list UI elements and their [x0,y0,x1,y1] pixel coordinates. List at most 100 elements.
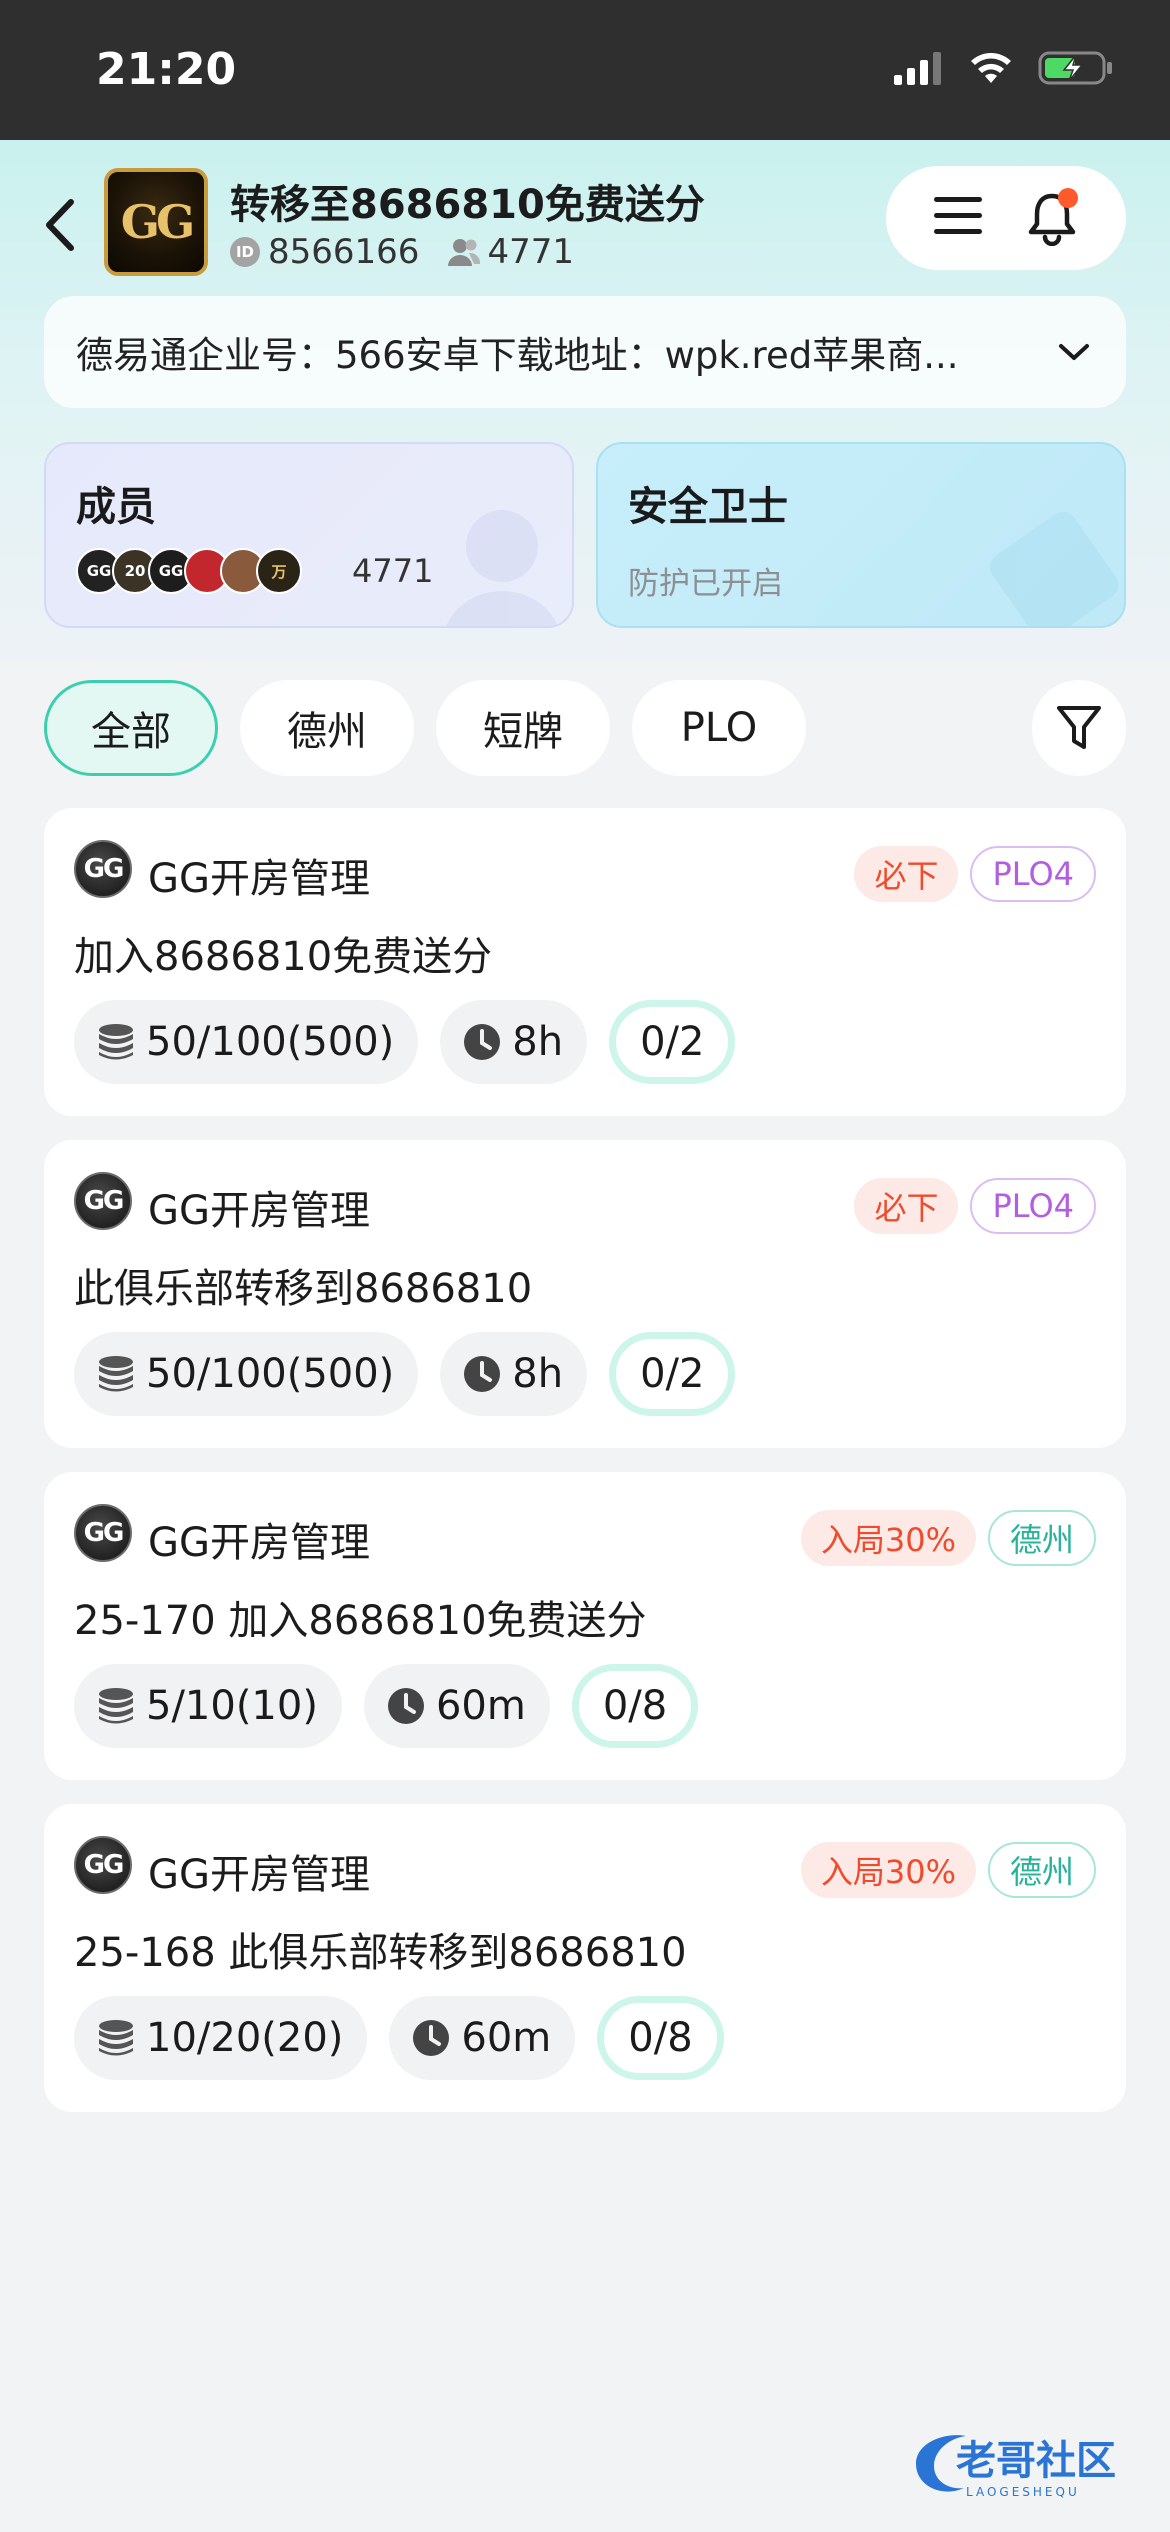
game-tags: 必下 PLO4 [854,1178,1096,1234]
clock-icon [413,2020,450,2056]
duration-value: 8h [512,1351,564,1397]
duration-pill: 8h [440,1000,588,1084]
blinds-value: 50/100(500) [146,1351,395,1397]
chevron-left-icon [46,199,74,251]
member-avatars: GG 20 GG 万 [76,548,302,594]
host-name: GG开房管理 [148,1520,370,1566]
game-type-tabs: 全部 德州 短牌 PLO [44,680,806,776]
seats-value: 0/8 [628,2015,693,2061]
seats-value: 0/8 [602,1683,668,1729]
notice-bar[interactable]: 德易通企业号：566安卓下载地址：wpk.red苹果商... [44,296,1126,408]
tag-rule: 必下 [854,846,959,902]
security-status: 防护已开启 [628,566,783,602]
members-icon [448,239,481,266]
club-title: 转移至8686810免费送分 [230,182,705,228]
blinds-pill: 50/100(500) [74,1000,419,1084]
game-name: 加入8686810免费送分 [74,934,493,980]
tag-game-type: PLO4 [970,1178,1096,1234]
menu-button[interactable] [932,194,984,242]
blinds-value: 5/10(10) [146,1683,318,1729]
tag-rule: 入局30% [800,1842,976,1898]
duration-pill: 60m [389,1996,576,2080]
members-count: 4771 [352,552,434,590]
notification-button[interactable] [1024,188,1080,246]
watermark-subtext: LAOGESHEQU [966,2485,1080,2499]
game-info: 10/20(20) 60m 0/8 [74,1996,724,2080]
tag-game-type: 德州 [987,1510,1096,1566]
chips-icon [99,1688,133,1724]
game-card[interactable]: GG GG开房管理 入局30% 德州 25-168 此俱乐部转移到8686810… [44,1804,1126,2112]
notification-dot [1058,188,1078,208]
game-name: 此俱乐部转移到8686810 [74,1266,533,1312]
back-button[interactable] [34,190,84,260]
clock-icon [387,1688,424,1724]
game-name: 25-168 此俱乐部转移到8686810 [74,1930,687,1976]
duration-value: 60m [435,1683,526,1729]
club-logo-text: GG [120,195,196,249]
seats-pill: 0/8 [597,1996,724,2080]
game-tags: 入局30% 德州 [800,1510,1096,1566]
chips-icon [99,1356,133,1392]
host-avatar: GG [74,1836,132,1894]
game-info: 50/100(500) 8h 0/2 [74,1000,736,1084]
tag-game-type: 德州 [987,1842,1096,1898]
status-bar: 21:20 [0,0,1170,140]
members-card[interactable]: 成员 GG 20 GG 万 4771 [44,442,574,628]
seats-pill: 0/2 [609,1000,736,1084]
wifi-icon [971,53,1011,83]
members-title: 成员 [76,484,156,530]
host-name: GG开房管理 [148,856,370,902]
club-meta: ID 8566166 4771 [230,232,574,272]
blinds-pill: 10/20(20) [74,1996,368,2080]
host-avatar: GG [74,840,132,898]
seats-pill: 0/8 [571,1664,699,1748]
watermark-logo: 老哥社区 LAOGESHEQU [916,2435,1116,2499]
club-header: GG 转移至8686810免费送分 ID 8566166 4771 [0,160,1170,290]
game-info: 5/10(10) 60m 0/8 [74,1664,699,1748]
duration-value: 60m [461,2015,552,2061]
club-id: 8566166 [268,232,420,272]
tab-texas[interactable]: 德州 [240,680,414,776]
duration-value: 8h [512,1019,564,1065]
game-name: 25-170 加入8686810免费送分 [74,1598,647,1644]
filter-button[interactable] [1032,680,1126,776]
seats-pill: 0/2 [609,1332,736,1416]
battery-icon [1038,51,1112,85]
clock-icon [464,1356,501,1392]
blinds-value: 50/100(500) [146,1019,395,1065]
host-avatar: GG [74,1504,132,1562]
blinds-pill: 5/10(10) [74,1664,342,1748]
security-title: 安全卫士 [628,484,788,530]
shield-deco-icon [989,511,1119,626]
tab-all[interactable]: 全部 [44,680,218,776]
tag-game-type: PLO4 [970,846,1096,902]
members-deco-icon [446,510,558,626]
chips-icon [99,2020,133,2056]
tag-rule: 入局30% [800,1510,976,1566]
id-icon: ID [230,237,260,267]
chevron-down-icon[interactable] [1054,332,1094,372]
game-card[interactable]: GG GG开房管理 必下 PLO4 加入8686810免费送分 50/100(5… [44,808,1126,1116]
blinds-pill: 50/100(500) [74,1332,419,1416]
duration-pill: 8h [440,1332,588,1416]
status-icons [892,50,1114,86]
seats-value: 0/2 [640,1351,705,1397]
host-name: GG开房管理 [148,1852,370,1898]
game-card[interactable]: GG GG开房管理 入局30% 德州 25-170 加入8686810免费送分 … [44,1472,1126,1780]
game-card[interactable]: GG GG开房管理 必下 PLO4 此俱乐部转移到8686810 50/100(… [44,1140,1126,1448]
security-card[interactable]: 安全卫士 防护已开启 [596,442,1126,628]
game-info: 50/100(500) 8h 0/2 [74,1332,736,1416]
tab-short-deck[interactable]: 短牌 [436,680,610,776]
clock-icon [464,1024,501,1060]
chips-icon [99,1024,133,1060]
avatar: 万 [256,548,302,594]
club-member-count: 4771 [487,232,574,272]
filter-icon [1057,706,1101,749]
watermark-text: 老哥社区 [956,2438,1116,2484]
tag-rule: 必下 [854,1178,959,1234]
blinds-value: 10/20(20) [146,2015,344,2061]
club-logo[interactable]: GG [104,168,208,276]
notice-text: 德易通企业号：566安卓下载地址：wpk.red苹果商... [76,334,959,377]
tab-plo[interactable]: PLO [632,680,806,776]
header-actions [886,166,1126,270]
